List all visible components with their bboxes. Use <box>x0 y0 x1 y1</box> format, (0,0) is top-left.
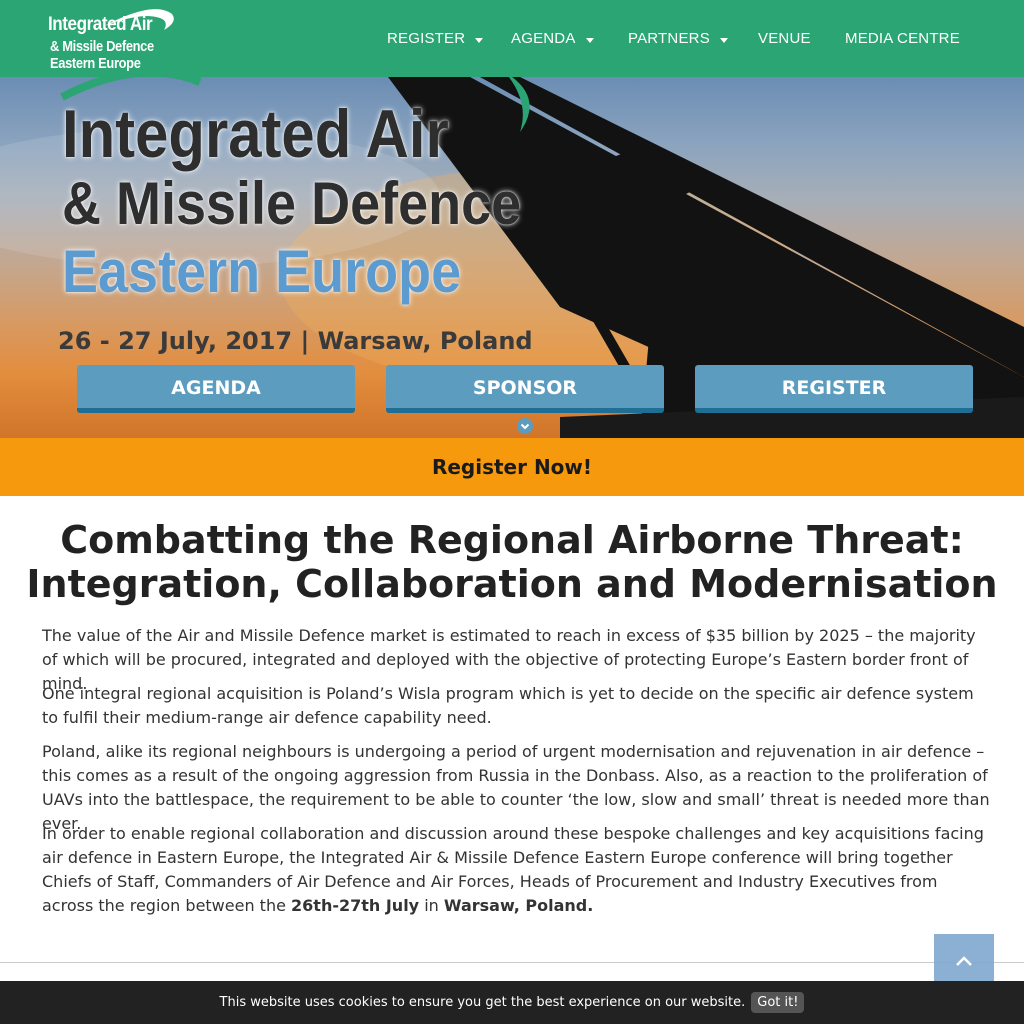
register-button[interactable]: REGISTER <box>695 365 973 413</box>
chevron-down-icon <box>520 423 530 430</box>
register-now-link[interactable]: Register Now! <box>432 455 592 479</box>
nav-item-partners[interactable]: PARTNERS <box>628 0 728 77</box>
nav-item-register[interactable]: REGISTER <box>387 0 484 77</box>
hero-title-line3: Eastern Europe <box>62 238 462 305</box>
nav-item-venue[interactable]: VENUE <box>758 0 811 77</box>
caret-down-icon <box>585 38 594 43</box>
hero-banner: Integrated Air & Missile Defence Eastern… <box>0 77 1024 438</box>
nav-item-media-centre[interactable]: MEDIA CENTRE <box>845 0 960 77</box>
hero-title-line1: Integrated Air <box>62 96 449 172</box>
caret-down-icon <box>719 38 728 43</box>
top-navigation-bar: Integrated Air & Missile Defence Eastern… <box>0 0 1024 77</box>
caret-down-icon <box>475 38 484 43</box>
page-headline: Combatting the Regional Airborne Threat:… <box>0 518 1024 606</box>
sponsor-button[interactable]: SPONSOR <box>386 365 664 413</box>
chevron-down-circle-icon[interactable] <box>517 418 533 434</box>
logo-text-line3: Eastern Europe <box>50 55 141 72</box>
logo-text-line1: Integrated Air <box>48 14 153 35</box>
chevron-up-icon <box>956 956 972 966</box>
hero-title-line2: & Missile Defence <box>62 170 522 237</box>
cookie-consent-bar: This website uses cookies to ensure you … <box>0 981 1024 1024</box>
event-location-bold: Warsaw, Poland. <box>443 896 594 915</box>
logo-text-line2: & Missile Defence <box>50 38 154 55</box>
content-divider <box>0 962 1024 963</box>
cookie-accept-button[interactable]: Got it! <box>751 992 805 1013</box>
nav-item-label: PARTNERS <box>628 30 710 47</box>
nav-item-label: AGENDA <box>511 30 576 47</box>
agenda-button[interactable]: AGENDA <box>77 365 355 413</box>
event-date-location: 26 - 27 July, 2017 | Warsaw, Poland <box>58 327 533 355</box>
event-dates-bold: 26th-27th July <box>291 896 420 915</box>
nav-item-label: VENUE <box>758 30 811 47</box>
site-logo[interactable]: Integrated Air & Missile Defence Eastern… <box>44 6 194 72</box>
headline-line1: Combatting the Regional Airborne Threat: <box>60 518 964 562</box>
nav-item-agenda[interactable]: AGENDA <box>511 0 594 77</box>
register-now-banner: Register Now! <box>0 438 1024 496</box>
nav-item-label: REGISTER <box>387 30 466 47</box>
paragraph-text: in <box>419 896 444 915</box>
intro-paragraph-2: One integral regional acquisition is Pol… <box>42 684 974 727</box>
nav-item-label: MEDIA CENTRE <box>845 30 960 47</box>
cookie-message: This website uses cookies to ensure you … <box>219 995 746 1010</box>
headline-line2: Integration, Collaboration and Modernisa… <box>26 562 998 606</box>
intro-paragraph-4: In order to enable regional collaboratio… <box>42 822 992 918</box>
